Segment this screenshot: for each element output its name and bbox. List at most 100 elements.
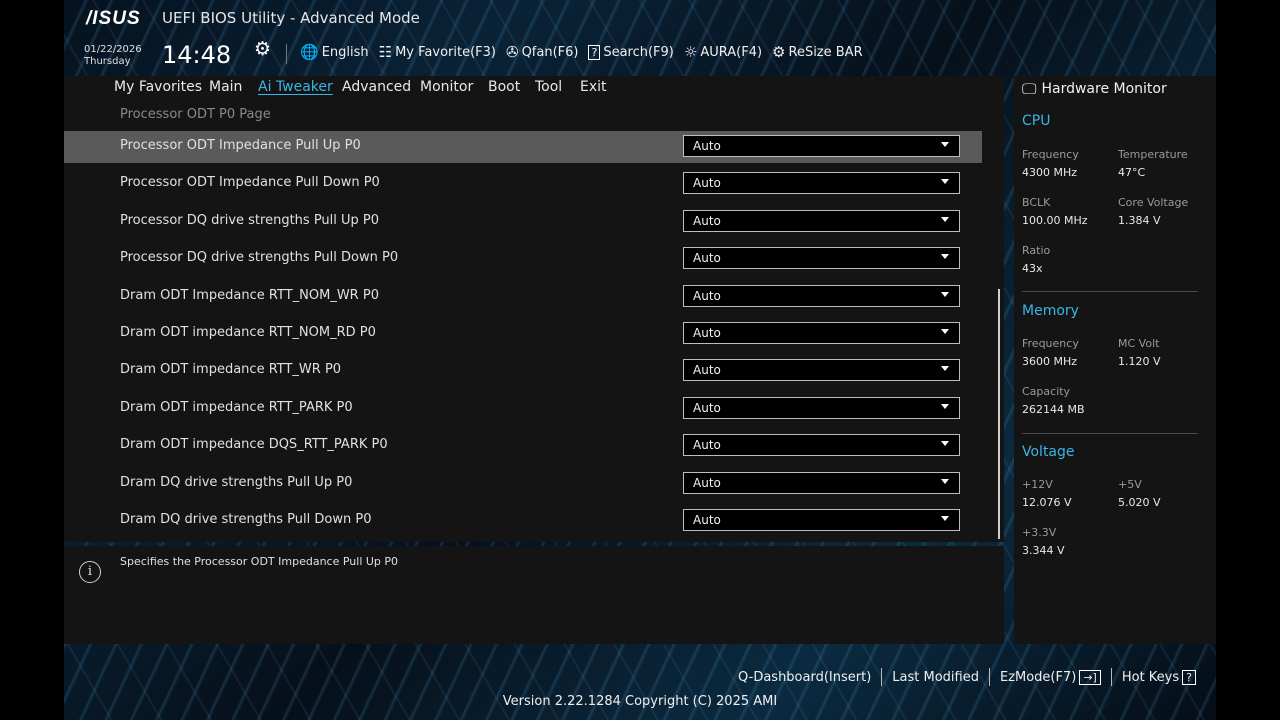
scrollbar[interactable]	[998, 289, 1000, 539]
settings-panel: Processor ODT P0 Page Processor ODT Impe…	[64, 104, 1004, 542]
setting-label: Dram DQ drive strengths Pull Down P0	[120, 512, 372, 527]
chevron-down-icon	[941, 329, 949, 334]
v5-label: +5V	[1118, 478, 1142, 491]
language-button[interactable]: 🌐 English	[300, 43, 369, 61]
section-divider	[1022, 291, 1198, 292]
setting-row[interactable]: Processor ODT Impedance Pull Down P0 Auto	[64, 168, 982, 200]
aura-icon: ☼	[683, 43, 698, 61]
dropdown-value: Auto	[693, 251, 721, 266]
tab-tool[interactable]: Tool	[535, 79, 562, 95]
v5-value: 5.020 V	[1118, 496, 1161, 509]
setting-dropdown[interactable]: Auto	[683, 322, 960, 344]
dropdown-value: Auto	[693, 400, 721, 415]
dropdown-value: Auto	[693, 363, 721, 378]
ezmode-label: EzMode(F7)	[999, 669, 1077, 685]
setting-dropdown[interactable]: Auto	[683, 434, 960, 457]
setting-row[interactable]: Dram ODT impedance DQS_RTT_PARK P0 Auto	[64, 430, 982, 462]
setting-dropdown[interactable]: Auto	[683, 471, 960, 494]
asus-logo: /ISUS	[86, 8, 141, 29]
chevron-down-icon	[941, 179, 949, 185]
setting-row[interactable]: Dram DQ drive strengths Pull Down P0 Auto	[64, 505, 982, 537]
dropdown-value: Auto	[693, 513, 721, 527]
tab-main[interactable]: Main	[209, 79, 242, 95]
setting-dropdown[interactable]: Auto	[683, 396, 960, 419]
memory-section-title: Memory	[1022, 303, 1079, 319]
hardware-monitor: 🖵 Hardware Monitor CPU Frequency 4300 MH…	[1014, 76, 1216, 644]
aura-label: AURA(F4)	[700, 44, 763, 60]
cpu-temperature-label: Temperature	[1118, 148, 1188, 161]
v12-label: +12V	[1022, 478, 1053, 491]
setting-label: Dram ODT impedance RTT_WR P0	[120, 362, 342, 378]
clock: 14:48	[162, 41, 232, 69]
v33-value: 3.344 V	[1022, 544, 1065, 557]
chevron-down-icon	[941, 216, 949, 222]
setting-dropdown[interactable]: Auto	[683, 284, 960, 307]
aura-button[interactable]: ☼ AURA(F4)	[684, 43, 762, 61]
weekday-text: Thursday	[84, 56, 131, 67]
cpu-temperature-value: 47°C	[1118, 166, 1146, 179]
memory-frequency-label: Frequency	[1022, 337, 1079, 350]
dropdown-value: Auto	[693, 326, 721, 340]
setting-dropdown[interactable]: Auto	[683, 359, 960, 382]
info-icon: i	[79, 561, 101, 583]
setting-row[interactable]: Processor ODT Impedance Pull Up P0 Auto	[64, 131, 982, 163]
date-display: 01/22/2026 Thursday	[84, 44, 142, 68]
setting-dropdown[interactable]: Auto	[683, 247, 960, 270]
setting-label: Dram ODT impedance RTT_PARK P0	[120, 399, 353, 415]
qfan-button[interactable]: ✇ Qfan(F6)	[506, 43, 579, 61]
v12-value: 12.076 V	[1022, 496, 1072, 509]
ratio-label: Ratio	[1022, 244, 1051, 257]
core-voltage-value: 1.384 V	[1118, 214, 1161, 227]
mc-volt-label: MC Volt	[1118, 337, 1160, 350]
q-dashboard-button[interactable]: Q-Dashboard(Insert)	[728, 670, 881, 685]
v33-label: +3.3V	[1022, 526, 1057, 539]
qfan-label: Qfan(F6)	[521, 44, 579, 60]
chevron-down-icon	[941, 403, 949, 409]
hardware-monitor-title: 🖵 Hardware Monitor	[1022, 80, 1167, 98]
setting-row[interactable]: Dram ODT Impedance RTT_NOM_WR P0 Auto	[64, 281, 982, 313]
setting-row[interactable]: Dram ODT impedance RTT_PARK P0 Auto	[64, 393, 982, 425]
last-modified-button[interactable]: Last Modified	[882, 670, 989, 685]
setting-row[interactable]: Dram ODT impedance RTT_WR P0 Auto	[64, 355, 982, 387]
date-text: 01/22/2026	[84, 44, 142, 55]
gear-icon[interactable]: ⚙	[254, 38, 271, 60]
help-text: Specifies the Processor ODT Impedance Pu…	[120, 555, 399, 568]
ezmode-button[interactable]: EzMode(F7) →]	[990, 669, 1111, 685]
setting-row[interactable]: Dram DQ drive strengths Pull Up P0 Auto	[64, 468, 982, 500]
my-favorite-label: My Favorite(F3)	[395, 44, 496, 60]
setting-dropdown[interactable]: Auto	[683, 135, 960, 157]
chevron-down-icon	[941, 516, 949, 521]
search-button[interactable]: ? Search(F9)	[588, 43, 674, 61]
setting-label: Processor DQ drive strengths Pull Down P…	[120, 250, 399, 266]
voltage-section-title: Voltage	[1022, 444, 1075, 460]
chevron-down-icon	[941, 441, 949, 447]
my-favorite-button[interactable]: ☷ My Favorite(F3)	[379, 43, 496, 61]
tab-advanced[interactable]: Advanced	[342, 79, 411, 95]
tab-boot[interactable]: Boot	[488, 79, 520, 95]
fan-icon: ✇	[505, 43, 519, 61]
footer-links: Q-Dashboard(Insert) Last Modified EzMode…	[728, 668, 1206, 686]
tab-exit[interactable]: Exit	[580, 79, 607, 95]
search-icon: ?	[588, 44, 601, 60]
bclk-label: BCLK	[1022, 196, 1051, 209]
list-icon: ☷	[378, 43, 393, 61]
hot-keys-button[interactable]: Hot Keys?	[1112, 669, 1206, 685]
tab-my-favorites[interactable]: My Favorites	[114, 79, 202, 95]
setting-row[interactable]: Processor DQ drive strengths Pull Up P0 A…	[64, 206, 982, 238]
setting-dropdown[interactable]: Auto	[683, 509, 960, 531]
setting-dropdown[interactable]: Auto	[683, 172, 960, 195]
resize-bar-button[interactable]: ⚙ ReSize BAR	[772, 43, 863, 61]
chevron-down-icon	[941, 478, 949, 484]
globe-icon: 🌐	[300, 43, 319, 61]
resize-bar-icon: ⚙	[772, 43, 786, 61]
setting-dropdown[interactable]: Auto	[683, 209, 960, 232]
tab-ai-tweaker[interactable]: Ai Tweaker	[258, 79, 333, 95]
bios-window: /ISUS UEFI BIOS Utility - Advanced Mode …	[64, 0, 1216, 720]
capacity-label: Capacity	[1022, 385, 1071, 398]
tab-monitor[interactable]: Monitor	[420, 79, 473, 95]
setting-label: Dram ODT Impedance RTT_NOM_WR P0	[120, 287, 379, 303]
setting-row[interactable]: Dram ODT impedance RTT_NOM_RD P0 Auto	[64, 318, 982, 350]
search-label: Search(F9)	[603, 44, 674, 60]
setting-row[interactable]: Processor DQ drive strengths Pull Down P…	[64, 243, 982, 275]
bclk-value: 100.00 MHz	[1022, 214, 1088, 227]
